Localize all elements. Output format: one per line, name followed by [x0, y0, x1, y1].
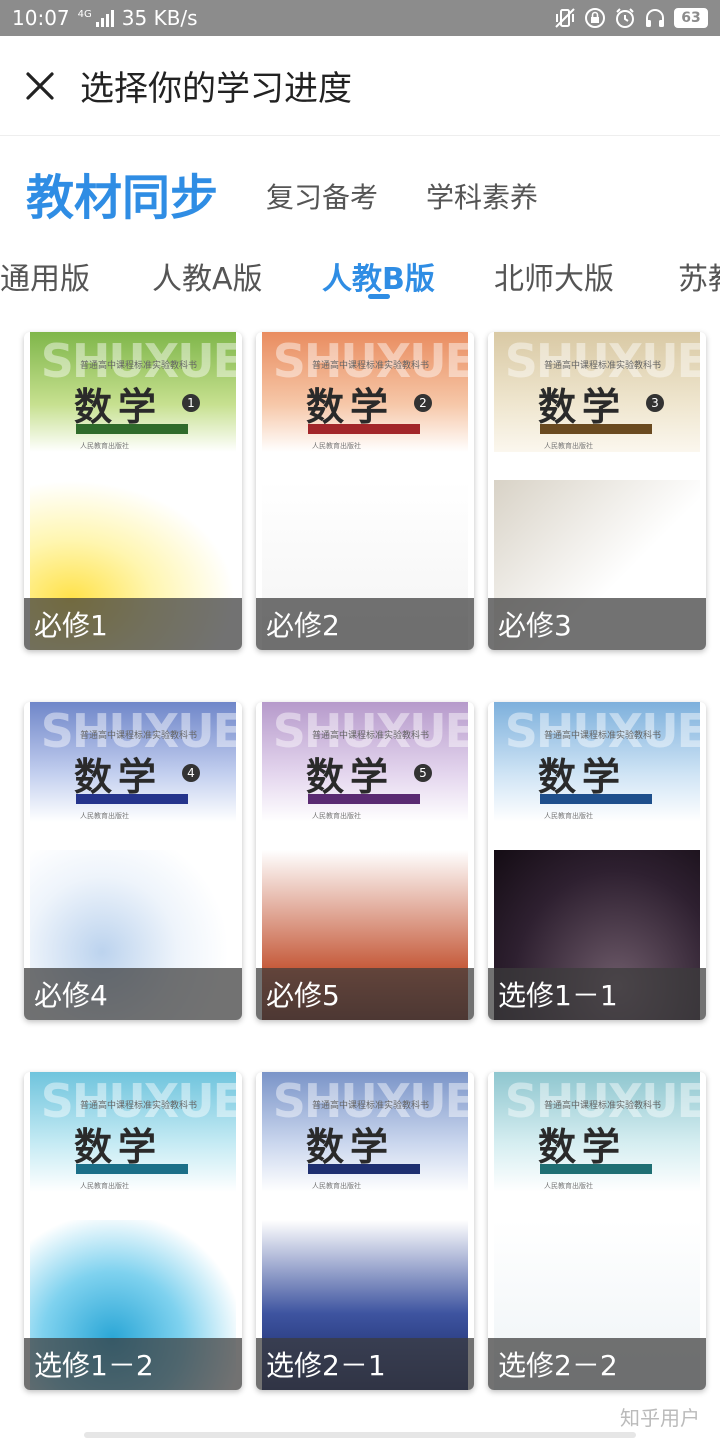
cover-publisher: 人民教育出版社 [312, 812, 361, 820]
tab-subject-literacy[interactable]: 学科素养 [426, 176, 538, 228]
book-card[interactable]: SHUXUE 普通高中课程标准实验教科书 数学 人民教育出版社 选修2－1 [256, 1072, 474, 1390]
cover-title: 数学 [74, 1124, 163, 1169]
book-label: 必修1 [24, 598, 242, 650]
cover-series: 普通高中课程标准实验教科书 [80, 1101, 198, 1111]
book-label: 选修2－2 [488, 1338, 706, 1390]
book-label: 必修2 [256, 598, 474, 650]
book-label: 必修5 [256, 968, 474, 1020]
status-time: 10:07 [12, 6, 70, 30]
network-speed: 35 KB/s [121, 6, 198, 30]
cover-publisher: 人民教育出版社 [312, 442, 361, 450]
cover-volume: 4 [182, 764, 200, 782]
book-card[interactable]: SHUXUE 普通高中课程标准实验教科书 数学 3 人民教育出版社 必修3 [488, 332, 706, 650]
tab-textbook-sync[interactable]: 教材同步 [26, 158, 218, 228]
book-label: 选修1－2 [24, 1338, 242, 1390]
cover-title: 数学 [538, 1124, 627, 1169]
cover-title: 数学 [306, 754, 395, 799]
edition-tab-su[interactable]: 苏教 [678, 254, 720, 298]
cover-series: 普通高中课程标准实验教科书 [312, 731, 430, 741]
alarm-icon [614, 7, 636, 29]
cover-series: 普通高中课程标准实验教科书 [312, 361, 430, 371]
status-bar: 10:07 4G 35 KB/s 63 [0, 0, 720, 36]
cover-publisher: 人民教育出版社 [80, 1182, 129, 1190]
book-card[interactable]: SHUXUE 普通高中课程标准实验教科书 数学 4 人民教育出版社 必修4 [24, 702, 242, 1020]
book-card[interactable]: SHUXUE 普通高中课程标准实验教科书 数学 1 人民教育出版社 必修1 [24, 332, 242, 650]
cover-series: 普通高中课程标准实验教科书 [544, 361, 662, 371]
page-header: 选择你的学习进度 [0, 36, 720, 136]
cover-title: 数学 [538, 384, 627, 429]
vibrate-icon [554, 7, 576, 29]
cover-subtitle-bar [76, 794, 188, 804]
cover-publisher: 人民教育出版社 [80, 812, 129, 820]
cover-volume: 1 [182, 394, 200, 412]
scroll-indicator [84, 1432, 636, 1438]
page-title: 选择你的学习进度 [80, 69, 352, 109]
headphone-icon [644, 7, 666, 29]
cover-publisher: 人民教育出版社 [544, 442, 593, 450]
active-tab-indicator [368, 294, 390, 299]
cover-subtitle-bar [308, 424, 420, 434]
edition-tab-pep-b[interactable]: 人教B版 [322, 254, 435, 298]
cover-series: 普通高中课程标准实验教科书 [312, 1101, 430, 1111]
edition-tabs: 通用版 人教A版 人教B版 北师大版 苏教 [0, 248, 720, 304]
book-label: 选修2－1 [256, 1338, 474, 1390]
book-label: 必修3 [488, 598, 706, 650]
cover-title: 数学 [306, 384, 395, 429]
edition-tab-general[interactable]: 通用版 [0, 254, 90, 298]
cover-title: 数学 [538, 754, 627, 799]
cover-subtitle-bar [308, 794, 420, 804]
tab-exam-review[interactable]: 复习备考 [266, 176, 378, 228]
cover-subtitle-bar [76, 424, 188, 434]
book-card[interactable]: SHUXUE 普通高中课程标准实验教科书 数学 2 人民教育出版社 必修2 [256, 332, 474, 650]
cover-publisher: 人民教育出版社 [544, 812, 593, 820]
book-card[interactable]: SHUXUE 普通高中课程标准实验教科书 数学 人民教育出版社 选修1－2 [24, 1072, 242, 1390]
watermark-text: 知乎用户 [620, 1406, 700, 1430]
cover-series: 普通高中课程标准实验教科书 [80, 731, 198, 741]
battery-icon: 63 [674, 8, 708, 28]
signal-icon [95, 9, 114, 27]
lock-rotation-icon [584, 7, 606, 29]
cover-series: 普通高中课程标准实验教科书 [544, 1101, 662, 1111]
edition-tab-bnu[interactable]: 北师大版 [494, 254, 614, 298]
cover-publisher: 人民教育出版社 [80, 442, 129, 450]
cover-publisher: 人民教育出版社 [312, 1182, 361, 1190]
edition-tab-pep-a[interactable]: 人教A版 [152, 254, 263, 298]
book-card[interactable]: SHUXUE 普通高中课程标准实验教科书 数学 人民教育出版社 选修2－2 [488, 1072, 706, 1390]
close-icon[interactable] [20, 66, 60, 106]
cover-subtitle-bar [540, 1164, 652, 1174]
cover-series: 普通高中课程标准实验教科书 [544, 731, 662, 741]
cover-volume: 5 [414, 764, 432, 782]
book-label: 选修1－1 [488, 968, 706, 1020]
cover-title: 数学 [306, 1124, 395, 1169]
book-label: 必修4 [24, 968, 242, 1020]
cover-title: 数学 [74, 384, 163, 429]
cover-subtitle-bar [540, 794, 652, 804]
cover-title: 数学 [74, 754, 163, 799]
cover-publisher: 人民教育出版社 [544, 1182, 593, 1190]
cover-subtitle-bar [308, 1164, 420, 1174]
network-type: 4G [77, 9, 92, 20]
book-card[interactable]: SHUXUE 普通高中课程标准实验教科书 数学 5 人民教育出版社 必修5 [256, 702, 474, 1020]
book-card[interactable]: SHUXUE 普通高中课程标准实验教科书 数学 人民教育出版社 选修1－1 [488, 702, 706, 1020]
main-tabs: 教材同步 复习备考 学科素养 [26, 158, 538, 228]
cover-volume: 2 [414, 394, 432, 412]
cover-series: 普通高中课程标准实验教科书 [80, 361, 198, 371]
cover-volume: 3 [646, 394, 664, 412]
cover-subtitle-bar [76, 1164, 188, 1174]
cover-subtitle-bar [540, 424, 652, 434]
